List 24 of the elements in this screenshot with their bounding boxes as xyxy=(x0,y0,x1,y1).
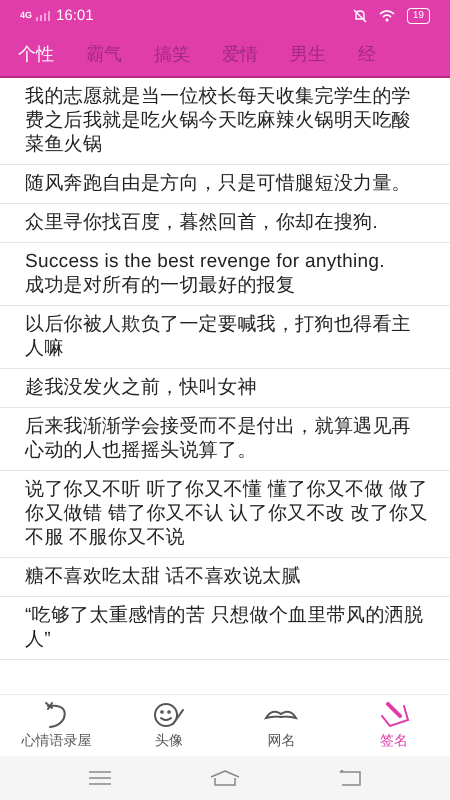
quote-item[interactable]: 糖不喜欢吃太甜 话不喜欢说太腻 xyxy=(0,558,450,597)
quote-item[interactable]: 说了你又不听 听了你又不懂 懂了你又不做 做了你又做错 错了你又不认 认了你又不改 改了你又不服 不服你又不说 xyxy=(0,471,450,558)
battery-indicator: 19 xyxy=(406,8,430,24)
nav-tab[interactable]: 头像 xyxy=(112,695,225,756)
signal-icon xyxy=(36,11,52,21)
wifi-icon xyxy=(378,10,395,22)
menu-icon[interactable] xyxy=(89,771,112,785)
category-tab[interactable]: 个性 xyxy=(18,40,54,68)
quote-item[interactable]: 随风奔跑自由是方向，只是可惜腿短没力量。 xyxy=(0,165,450,204)
quote-item[interactable]: “吃够了太重感情的苦 只想做个血里带风的洒脱人” xyxy=(0,597,450,660)
quote-item[interactable]: 趁我没发火之前，快叫女神 xyxy=(0,369,450,408)
quote-item[interactable]: 众里寻你找百度，暮然回首，你却在搜狗. xyxy=(0,204,450,243)
quote-item[interactable]: 我的志愿就是当一位校长每天收集完学生的学费之后我就是吃火锅今天吃麻辣火锅明天吃酸菜鱼火锅 xyxy=(0,78,450,165)
nav-tab[interactable]: 签名 xyxy=(338,695,450,756)
quote-item[interactable]: 以后你被人欺负了一定要喊我，打狗也得看主人嘛 xyxy=(0,306,450,369)
muted-bell-icon xyxy=(352,9,367,23)
quote-item[interactable]: Success is the best revenge for anything. 成功是对所有的一切最好的报复 xyxy=(0,243,450,306)
network-label: 4G xyxy=(20,9,32,22)
clock-time: 16:01 xyxy=(56,6,94,26)
quote-item[interactable]: 后来我渐渐学会接受而不是付出，就算遇见再心动的人也摇摇头说算了。 xyxy=(0,408,450,471)
nav-tab[interactable]: 心情语录屋 xyxy=(0,695,112,756)
nav-tab[interactable]: 网名 xyxy=(225,695,338,756)
home-icon[interactable] xyxy=(210,770,240,786)
back-icon[interactable] xyxy=(338,770,361,786)
